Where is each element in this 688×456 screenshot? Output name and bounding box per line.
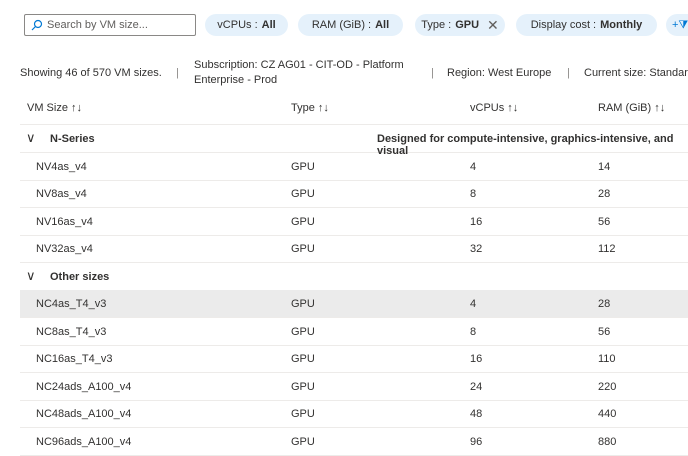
filter-display-cost[interactable]: Display cost : Monthly — [516, 14, 657, 36]
filter-value: All — [261, 19, 276, 31]
filter-label: RAM (GiB) : — [311, 19, 372, 31]
showing-count: Showing 46 of 570 VM sizes. — [20, 67, 162, 79]
column-header-type[interactable]: Type ↑↓ — [291, 102, 329, 114]
cell-vcpus: 4 — [470, 160, 477, 173]
table-row[interactable]: NV4as_v4 GPU 4 14 — [20, 153, 688, 181]
subscription-info: Subscription: CZ AG01 - CIT-OD - Platfor… — [194, 59, 404, 86]
table-row[interactable]: NC48ads_A100_v4 GPU 48 440 — [20, 400, 688, 428]
add-filter-icon: +⧩ — [672, 18, 688, 31]
table-row[interactable]: NV8as_v4 GPU 8 28 — [20, 180, 688, 208]
cell-vcpus: 4 — [470, 298, 477, 310]
table-row[interactable]: NC8as_T4_v3 GPU 8 56 — [20, 318, 688, 346]
divider: | — [176, 67, 179, 79]
cell-type: GPU — [291, 435, 315, 448]
cell-vm-size: NC48ads_A100_v4 — [36, 408, 132, 420]
cell-ram: 112 — [598, 243, 616, 255]
cell-type: GPU — [291, 215, 315, 228]
cell-ram: 28 — [598, 298, 611, 310]
table-row[interactable]: NC4as_T4_v3 GPU 4 28 — [20, 290, 688, 318]
filter-value: Monthly — [600, 19, 643, 31]
cell-vm-size: NV4as_v4 — [36, 160, 87, 173]
divider: | — [431, 67, 434, 79]
group-name: N-Series — [50, 133, 95, 145]
cell-vcpus: 32 — [470, 243, 483, 255]
cell-vm-size: NV8as_v4 — [36, 188, 87, 200]
group-name: Other sizes — [50, 270, 110, 283]
search-icon — [31, 19, 43, 31]
filter-label: Display cost : — [530, 19, 597, 31]
search-input[interactable]: Search by VM size... — [24, 14, 196, 36]
cell-type: GPU — [291, 408, 315, 420]
cell-ram: 110 — [598, 353, 616, 365]
group-header[interactable]: ∨ Other sizes — [20, 263, 688, 291]
current-size-info: Current size: Standard — [584, 67, 688, 79]
filter-vcpus[interactable]: vCPUs : All — [205, 14, 288, 36]
cell-ram: 880 — [598, 435, 617, 448]
cell-ram: 220 — [598, 380, 617, 393]
cell-type: GPU — [291, 353, 315, 365]
cell-vm-size: NV32as_v4 — [36, 243, 93, 255]
cell-ram: 28 — [598, 188, 611, 200]
region-info: Region: West Europe — [447, 67, 552, 79]
sort-icon: ↑↓ — [317, 102, 329, 114]
divider: | — [567, 67, 570, 79]
cell-type: GPU — [291, 188, 315, 200]
column-header-ram[interactable]: RAM (GiB) ↑↓ — [598, 102, 665, 114]
chevron-down-icon[interactable]: ∨ — [26, 130, 36, 146]
cell-type: GPU — [291, 380, 315, 393]
cell-vm-size: NC24ads_A100_v4 — [36, 380, 132, 393]
cell-vm-size: NC16as_T4_v3 — [36, 353, 113, 365]
cell-vcpus: 16 — [470, 215, 483, 228]
cell-vcpus: 8 — [470, 188, 477, 200]
filter-label: Type : — [421, 19, 452, 31]
column-header-vcpus[interactable]: vCPUs ↑↓ — [470, 102, 518, 114]
close-icon[interactable]: ✕ — [487, 17, 499, 34]
cell-ram: 440 — [598, 408, 617, 420]
search-placeholder: Search by VM size... — [47, 19, 148, 31]
cell-vm-size: NC8as_T4_v3 — [36, 325, 107, 338]
filter-type[interactable]: Type : GPU ✕ — [415, 14, 505, 36]
cell-vm-size: NC96ads_A100_v4 — [36, 435, 132, 448]
cell-vm-size: NV16as_v4 — [36, 215, 93, 228]
table-row[interactable]: NC96ads_A100_v4 GPU 96 880 — [20, 428, 688, 456]
table-row[interactable]: NV16as_v4 GPU 16 56 — [20, 208, 688, 236]
cell-type: GPU — [291, 160, 315, 173]
sort-icon: ↑↓ — [507, 102, 519, 114]
cell-vcpus: 8 — [470, 325, 477, 338]
cell-ram: 14 — [598, 160, 611, 173]
cell-type: GPU — [291, 243, 315, 255]
cell-vm-size: NC4as_T4_v3 — [36, 298, 107, 310]
add-filter-button[interactable]: +⧩ — [666, 14, 688, 36]
cell-vcpus: 16 — [470, 353, 483, 365]
table-row[interactable]: NC24ads_A100_v4 GPU 24 220 — [20, 373, 688, 401]
filter-value: GPU — [455, 19, 480, 31]
cell-ram: 56 — [598, 215, 611, 228]
filter-ram[interactable]: RAM (GiB) : All — [298, 14, 403, 36]
cell-vcpus: 96 — [470, 435, 483, 448]
table-row[interactable]: NV32as_v4 GPU 32 112 — [20, 235, 688, 263]
cell-vcpus: 48 — [470, 408, 483, 420]
sort-icon: ↑↓ — [654, 102, 666, 114]
table-row[interactable]: NC16as_T4_v3 GPU 16 110 — [20, 345, 688, 373]
filter-label: vCPUs : — [217, 19, 258, 31]
cell-vcpus: 24 — [470, 380, 483, 393]
cell-type: GPU — [291, 298, 315, 310]
sort-icon: ↑↓ — [71, 102, 83, 114]
group-header[interactable]: ∨ N-Series Designed for compute-intensiv… — [20, 125, 688, 157]
column-header-vm-size[interactable]: VM Size ↑↓ — [27, 102, 82, 114]
cell-ram: 56 — [598, 325, 611, 338]
cell-type: GPU — [291, 325, 315, 338]
chevron-down-icon[interactable]: ∨ — [26, 268, 36, 284]
filter-value: All — [375, 19, 390, 31]
